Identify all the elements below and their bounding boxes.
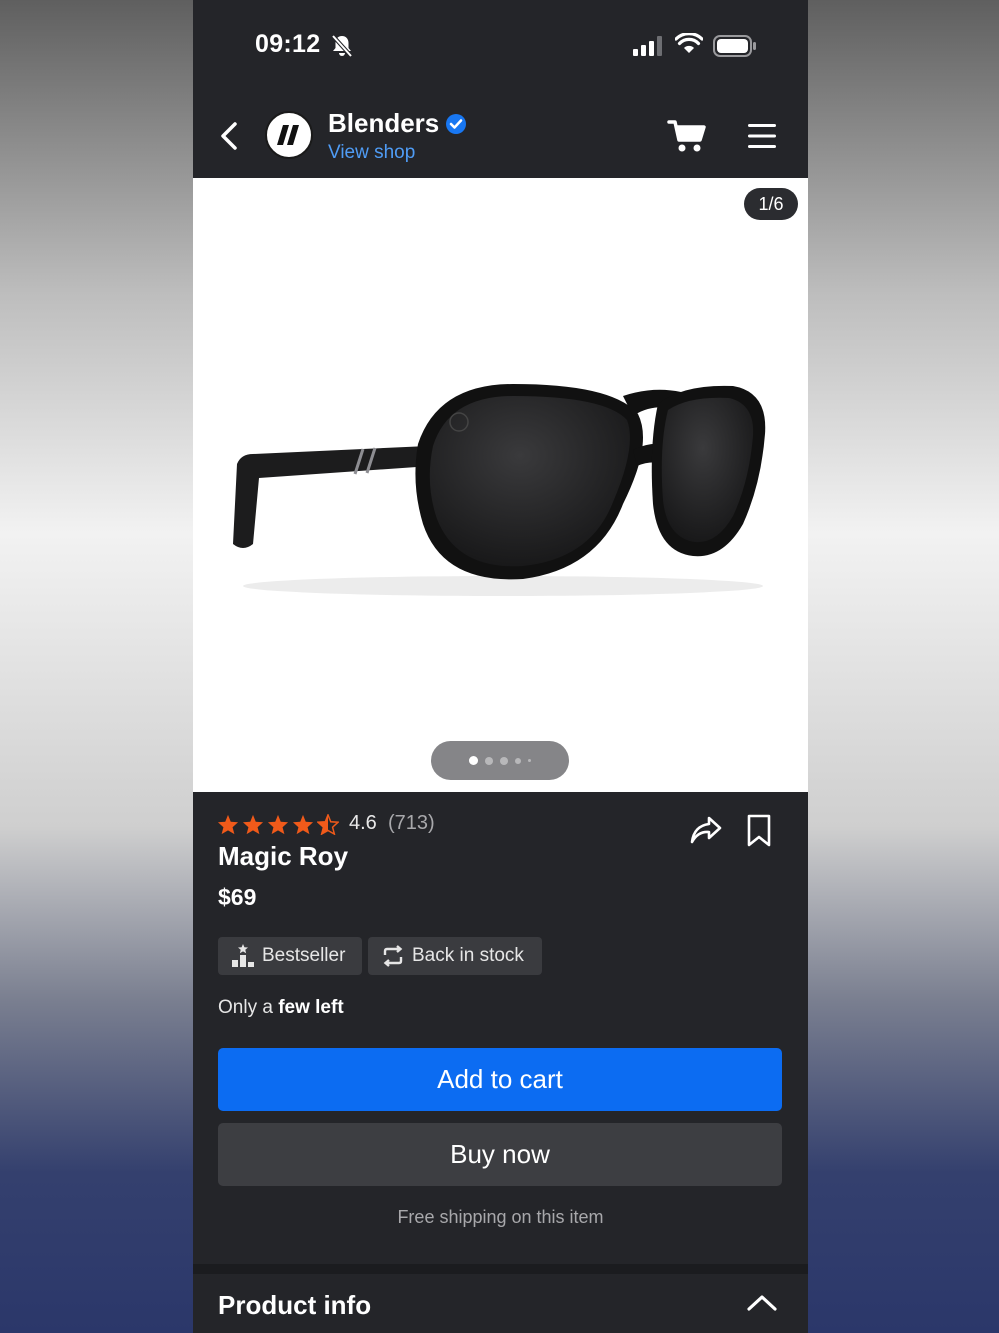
status-bar: 09:12 [193,0,808,92]
cellular-signal-icon [633,36,663,61]
phone-screen: 09:12 Blenders View shop 1/6 4.6 (713) M… [193,0,808,1333]
share-icon[interactable] [689,814,723,851]
image-counter: 1/6 [744,188,798,220]
shop-avatar[interactable] [265,111,313,159]
pager-dot [485,756,493,765]
verified-icon [445,113,467,140]
back-icon[interactable] [217,120,241,157]
bestseller-badge: Bestseller [218,937,362,975]
stock-emphasis: few left [278,997,344,1018]
bookmark-icon[interactable] [746,814,772,853]
star-full-icon [267,814,289,835]
product-image-gallery[interactable]: 1/6 [193,178,808,792]
product-title: Magic Roy [218,841,349,871]
stock-note: Only a few left [218,997,344,1019]
chevron-up-icon[interactable] [746,1292,778,1317]
star-full-icon [217,814,239,835]
shipping-note: Free shipping on this item [397,1207,604,1227]
buy-now-button[interactable]: Buy now [218,1123,782,1186]
product-details: 4.6 (713) Magic Roy $69 Bestseller Back … [193,792,808,1252]
wifi-icon [674,32,704,60]
product-price: $69 [218,884,257,910]
cart-icon[interactable] [667,118,707,159]
product-info-section[interactable]: Product info [193,1264,808,1333]
pager-dot [500,756,508,765]
star-full-icon [242,814,264,835]
bestseller-icon [232,944,254,967]
image-pager[interactable] [431,741,569,780]
restock-icon [383,945,403,967]
star-full-icon [292,814,314,835]
shop-name[interactable]: Blenders [328,108,439,139]
badge-label: Back in stock [412,945,524,966]
product-image [233,384,766,596]
rating-stars[interactable] [217,814,339,835]
status-time: 09:12 [255,30,321,58]
add-to-cart-button[interactable]: Add to cart [218,1048,782,1111]
stock-prefix: Only a [218,997,273,1018]
bell-muted-icon [331,34,353,63]
shop-header: Blenders View shop [193,92,808,178]
view-shop-link[interactable]: View shop [328,142,415,164]
back-in-stock-badge: Back in stock [368,937,542,975]
product-info-title: Product info [218,1290,372,1320]
battery-icon [713,35,757,62]
menu-icon[interactable] [746,122,778,155]
blenders-logo [277,125,299,145]
star-half-icon [317,814,339,835]
pager-dot [469,756,478,765]
pager-dot [528,759,531,762]
pager-dot [515,757,521,764]
rating-count[interactable]: (713) [388,812,435,835]
badge-label: Bestseller [262,945,346,966]
rating-value: 4.6 [349,812,377,834]
